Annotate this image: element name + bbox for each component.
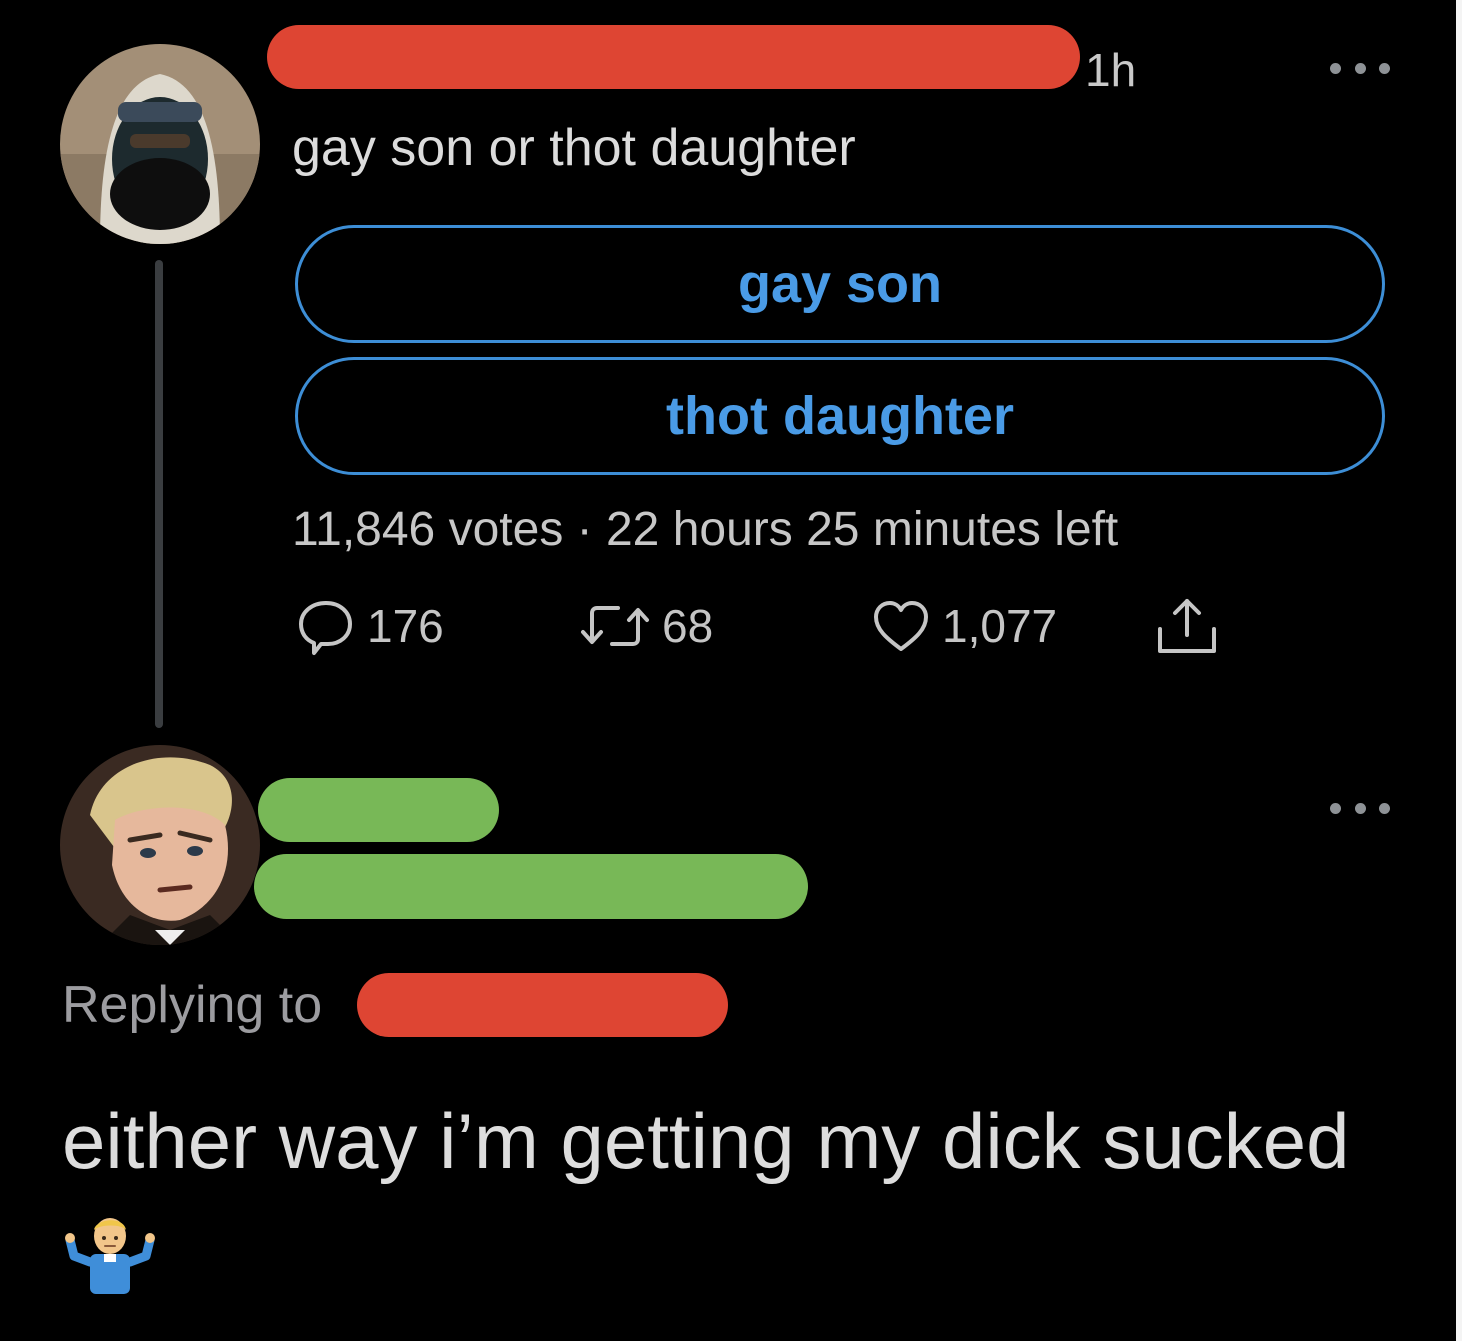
redacted-author-name: [267, 25, 1080, 89]
author-avatar[interactable]: [60, 44, 260, 244]
comment-bubble-icon: [295, 595, 357, 657]
like-button[interactable]: 1,077: [870, 596, 1057, 656]
replying-to-label: Replying to: [62, 976, 323, 1034]
redacted-replying-to-handle: [357, 973, 728, 1037]
heart-icon: [870, 595, 932, 657]
poll-votes-time-left: 11,846 votes · 22 hours 25 minutes left: [292, 503, 1119, 556]
poll-option-1[interactable]: gay son: [295, 225, 1385, 343]
retweet-button[interactable]: 68: [578, 596, 713, 656]
share-button[interactable]: [1154, 596, 1220, 656]
reply-text-content: either way i’m getting my dick sucked: [62, 1097, 1350, 1185]
tweet-timestamp[interactable]: 1h: [1085, 44, 1136, 96]
screenshot-edge: [1456, 0, 1462, 1341]
poll-tweet-text: gay son or thot daughter: [292, 119, 856, 177]
more-icon[interactable]: [1330, 58, 1390, 78]
reply-button[interactable]: 176: [295, 596, 444, 656]
redacted-replier-name: [258, 778, 499, 842]
share-upload-icon: [1154, 595, 1220, 657]
retweet-icon: [578, 595, 652, 657]
thread-connector-line: [155, 260, 163, 728]
reply-count: 176: [367, 600, 444, 652]
more-icon[interactable]: [1330, 798, 1390, 818]
like-count: 1,077: [942, 600, 1058, 652]
poll-option-2[interactable]: thot daughter: [295, 357, 1385, 475]
retweet-count: 68: [662, 600, 714, 652]
replier-avatar[interactable]: [60, 745, 260, 945]
redacted-replier-handle: [254, 854, 808, 919]
man-shrugging-emoji: [64, 1206, 156, 1328]
reply-tweet-text: either way i’m getting my dick sucked: [62, 1080, 1362, 1328]
